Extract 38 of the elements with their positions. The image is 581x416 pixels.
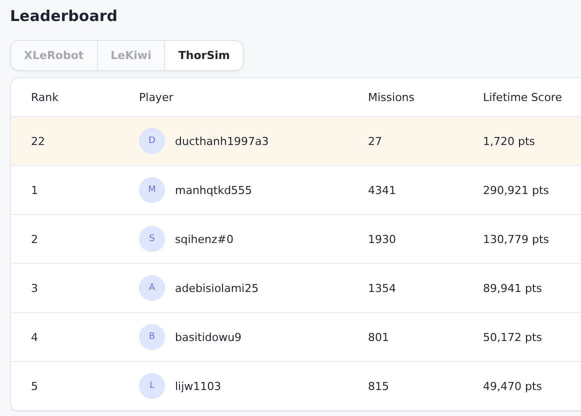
avatar: L	[139, 373, 165, 399]
rank-cell-text: 5	[31, 380, 39, 392]
avatar: A	[139, 275, 165, 301]
avatar: S	[139, 226, 165, 252]
column-header: Missions	[368, 90, 416, 104]
score-cell-text: 290,921 pts	[483, 184, 550, 196]
column-header: Player	[139, 90, 174, 104]
score-cell-text: 1,720 pts	[483, 134, 536, 148]
missions-cell-text: 815	[368, 380, 390, 392]
avatar: B	[139, 324, 165, 350]
page-title: Leaderboard	[10, 6, 118, 26]
player-name: adebisiolami25	[175, 282, 259, 294]
missions-cell-text: 1930	[368, 232, 397, 246]
player-name: sqihenz#0	[175, 232, 234, 246]
score-cell-text: 50,172 pts	[483, 330, 544, 344]
score-cell-text: 49,470 pts	[483, 380, 544, 392]
score-cell-text: 130,779 pts	[483, 232, 550, 246]
missions-cell-text: 4341	[368, 184, 397, 196]
rank-cell-text: 2	[31, 232, 39, 246]
rank-cell-text: 22	[31, 134, 46, 148]
missions-cell-text: 27	[368, 134, 383, 148]
player-name: manhqtkd555	[175, 184, 252, 196]
score-cell-text: 89,941 pts	[483, 282, 544, 294]
avatar: D	[139, 128, 165, 154]
player-name: lijw1103	[175, 380, 222, 392]
player-name: ducthanh1997a3	[175, 134, 269, 148]
missions-cell-text: 1354	[368, 282, 397, 294]
player-name: basitidowu9	[175, 330, 242, 344]
column-header: Lifetime Score	[483, 90, 563, 104]
tab[interactable]: ThorSim	[165, 41, 243, 70]
tab[interactable]: XLeRobot	[11, 41, 98, 70]
tab[interactable]: LeKiwi	[98, 41, 166, 70]
rank-cell-text: 4	[31, 330, 39, 344]
rank-cell-text: 1	[31, 184, 39, 196]
avatar: M	[139, 177, 165, 203]
column-header: Rank	[31, 90, 60, 104]
rank-cell-text: 3	[31, 282, 39, 294]
missions-cell-text: 801	[368, 330, 390, 344]
